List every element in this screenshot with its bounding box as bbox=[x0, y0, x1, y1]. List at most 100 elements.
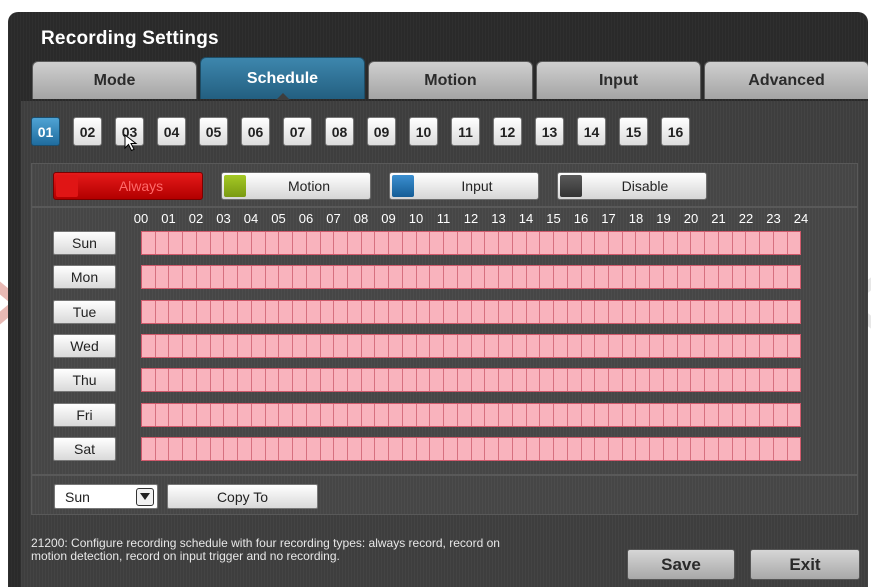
schedule-slot[interactable] bbox=[650, 335, 664, 357]
schedule-slot[interactable] bbox=[608, 232, 623, 254]
schedule-row-thu[interactable] bbox=[141, 368, 801, 392]
schedule-slot[interactable] bbox=[238, 266, 252, 288]
schedule-slot[interactable] bbox=[485, 438, 500, 460]
schedule-slot[interactable] bbox=[196, 301, 211, 323]
schedule-slot[interactable] bbox=[705, 301, 719, 323]
schedule-slot[interactable] bbox=[375, 335, 390, 357]
schedule-slot[interactable] bbox=[567, 404, 582, 426]
schedule-slot[interactable] bbox=[622, 438, 637, 460]
schedule-slot[interactable] bbox=[142, 232, 156, 254]
schedule-slot[interactable] bbox=[279, 369, 294, 391]
schedule-slot[interactable] bbox=[622, 301, 637, 323]
schedule-slot[interactable] bbox=[677, 232, 692, 254]
schedule-slot[interactable] bbox=[663, 301, 678, 323]
schedule-slot[interactable] bbox=[650, 404, 664, 426]
schedule-slot[interactable] bbox=[540, 266, 555, 288]
schedule-slot[interactable] bbox=[471, 232, 486, 254]
schedule-slot[interactable] bbox=[787, 438, 801, 460]
schedule-slot[interactable] bbox=[279, 232, 294, 254]
schedule-slot[interactable] bbox=[705, 369, 719, 391]
schedule-slot[interactable] bbox=[457, 369, 472, 391]
schedule-slot[interactable] bbox=[430, 335, 445, 357]
schedule-row-wed[interactable] bbox=[141, 334, 801, 358]
schedule-slot[interactable] bbox=[773, 438, 788, 460]
schedule-slot[interactable] bbox=[416, 369, 431, 391]
schedule-slot[interactable] bbox=[705, 266, 719, 288]
schedule-slot[interactable] bbox=[416, 404, 431, 426]
tab-mode[interactable]: Mode bbox=[32, 61, 197, 99]
schedule-slot[interactable] bbox=[375, 404, 390, 426]
schedule-slot[interactable] bbox=[512, 301, 527, 323]
channel-button-13[interactable]: 13 bbox=[535, 117, 564, 146]
schedule-slot[interactable] bbox=[183, 232, 197, 254]
schedule-slot[interactable] bbox=[554, 335, 568, 357]
schedule-slot[interactable] bbox=[402, 404, 417, 426]
schedule-slot[interactable] bbox=[361, 404, 376, 426]
schedule-slot[interactable] bbox=[581, 369, 596, 391]
schedule-slot[interactable] bbox=[540, 438, 555, 460]
schedule-slot[interactable] bbox=[210, 438, 225, 460]
schedule-slot[interactable] bbox=[567, 266, 582, 288]
schedule-slot[interactable] bbox=[444, 301, 458, 323]
schedule-slot[interactable] bbox=[636, 335, 651, 357]
schedule-slot[interactable] bbox=[183, 404, 197, 426]
channel-button-11[interactable]: 11 bbox=[451, 117, 480, 146]
schedule-slot[interactable] bbox=[540, 369, 555, 391]
channel-button-01[interactable]: 01 bbox=[31, 117, 60, 146]
schedule-slot[interactable] bbox=[650, 232, 664, 254]
schedule-slot[interactable] bbox=[787, 369, 801, 391]
schedule-slot[interactable] bbox=[691, 404, 706, 426]
schedule-slot[interactable] bbox=[457, 404, 472, 426]
schedule-slot[interactable] bbox=[581, 301, 596, 323]
schedule-slot[interactable] bbox=[718, 266, 733, 288]
schedule-slot[interactable] bbox=[581, 438, 596, 460]
schedule-slot[interactable] bbox=[348, 369, 362, 391]
schedule-slot[interactable] bbox=[554, 404, 568, 426]
schedule-slot[interactable] bbox=[512, 404, 527, 426]
schedule-slot[interactable] bbox=[636, 301, 651, 323]
schedule-row-tue[interactable] bbox=[141, 300, 801, 324]
schedule-slot[interactable] bbox=[540, 335, 555, 357]
schedule-slot[interactable] bbox=[389, 404, 403, 426]
schedule-slot[interactable] bbox=[183, 266, 197, 288]
schedule-slot[interactable] bbox=[265, 266, 280, 288]
schedule-slot[interactable] bbox=[348, 404, 362, 426]
schedule-slot[interactable] bbox=[293, 438, 307, 460]
channel-button-05[interactable]: 05 bbox=[199, 117, 228, 146]
schedule-slot[interactable] bbox=[444, 404, 458, 426]
schedule-slot[interactable] bbox=[773, 404, 788, 426]
schedule-slot[interactable] bbox=[663, 335, 678, 357]
schedule-slot[interactable] bbox=[663, 232, 678, 254]
exit-button[interactable]: Exit bbox=[750, 549, 860, 580]
schedule-slot[interactable] bbox=[663, 266, 678, 288]
schedule-slot[interactable] bbox=[499, 404, 513, 426]
schedule-slot[interactable] bbox=[320, 232, 335, 254]
schedule-slot[interactable] bbox=[320, 438, 335, 460]
schedule-slot[interactable] bbox=[526, 301, 541, 323]
schedule-slot[interactable] bbox=[348, 335, 362, 357]
schedule-slot[interactable] bbox=[499, 335, 513, 357]
schedule-slot[interactable] bbox=[361, 232, 376, 254]
schedule-slot[interactable] bbox=[636, 369, 651, 391]
schedule-slot[interactable] bbox=[677, 438, 692, 460]
schedule-slot[interactable] bbox=[457, 266, 472, 288]
schedule-slot[interactable] bbox=[746, 404, 761, 426]
schedule-slot[interactable] bbox=[691, 438, 706, 460]
schedule-slot[interactable] bbox=[471, 266, 486, 288]
schedule-slot[interactable] bbox=[293, 232, 307, 254]
schedule-slot[interactable] bbox=[224, 404, 239, 426]
schedule-slot[interactable] bbox=[526, 335, 541, 357]
schedule-slot[interactable] bbox=[581, 232, 596, 254]
channel-button-09[interactable]: 09 bbox=[367, 117, 396, 146]
schedule-slot[interactable] bbox=[677, 404, 692, 426]
schedule-slot[interactable] bbox=[608, 404, 623, 426]
schedule-slot[interactable] bbox=[238, 335, 252, 357]
schedule-slot[interactable] bbox=[554, 369, 568, 391]
schedule-slot[interactable] bbox=[361, 369, 376, 391]
schedule-slot[interactable] bbox=[732, 335, 747, 357]
schedule-slot[interactable] bbox=[210, 266, 225, 288]
schedule-slot[interactable] bbox=[155, 266, 170, 288]
schedule-slot[interactable] bbox=[402, 301, 417, 323]
schedule-slot[interactable] bbox=[320, 266, 335, 288]
schedule-slot[interactable] bbox=[402, 438, 417, 460]
